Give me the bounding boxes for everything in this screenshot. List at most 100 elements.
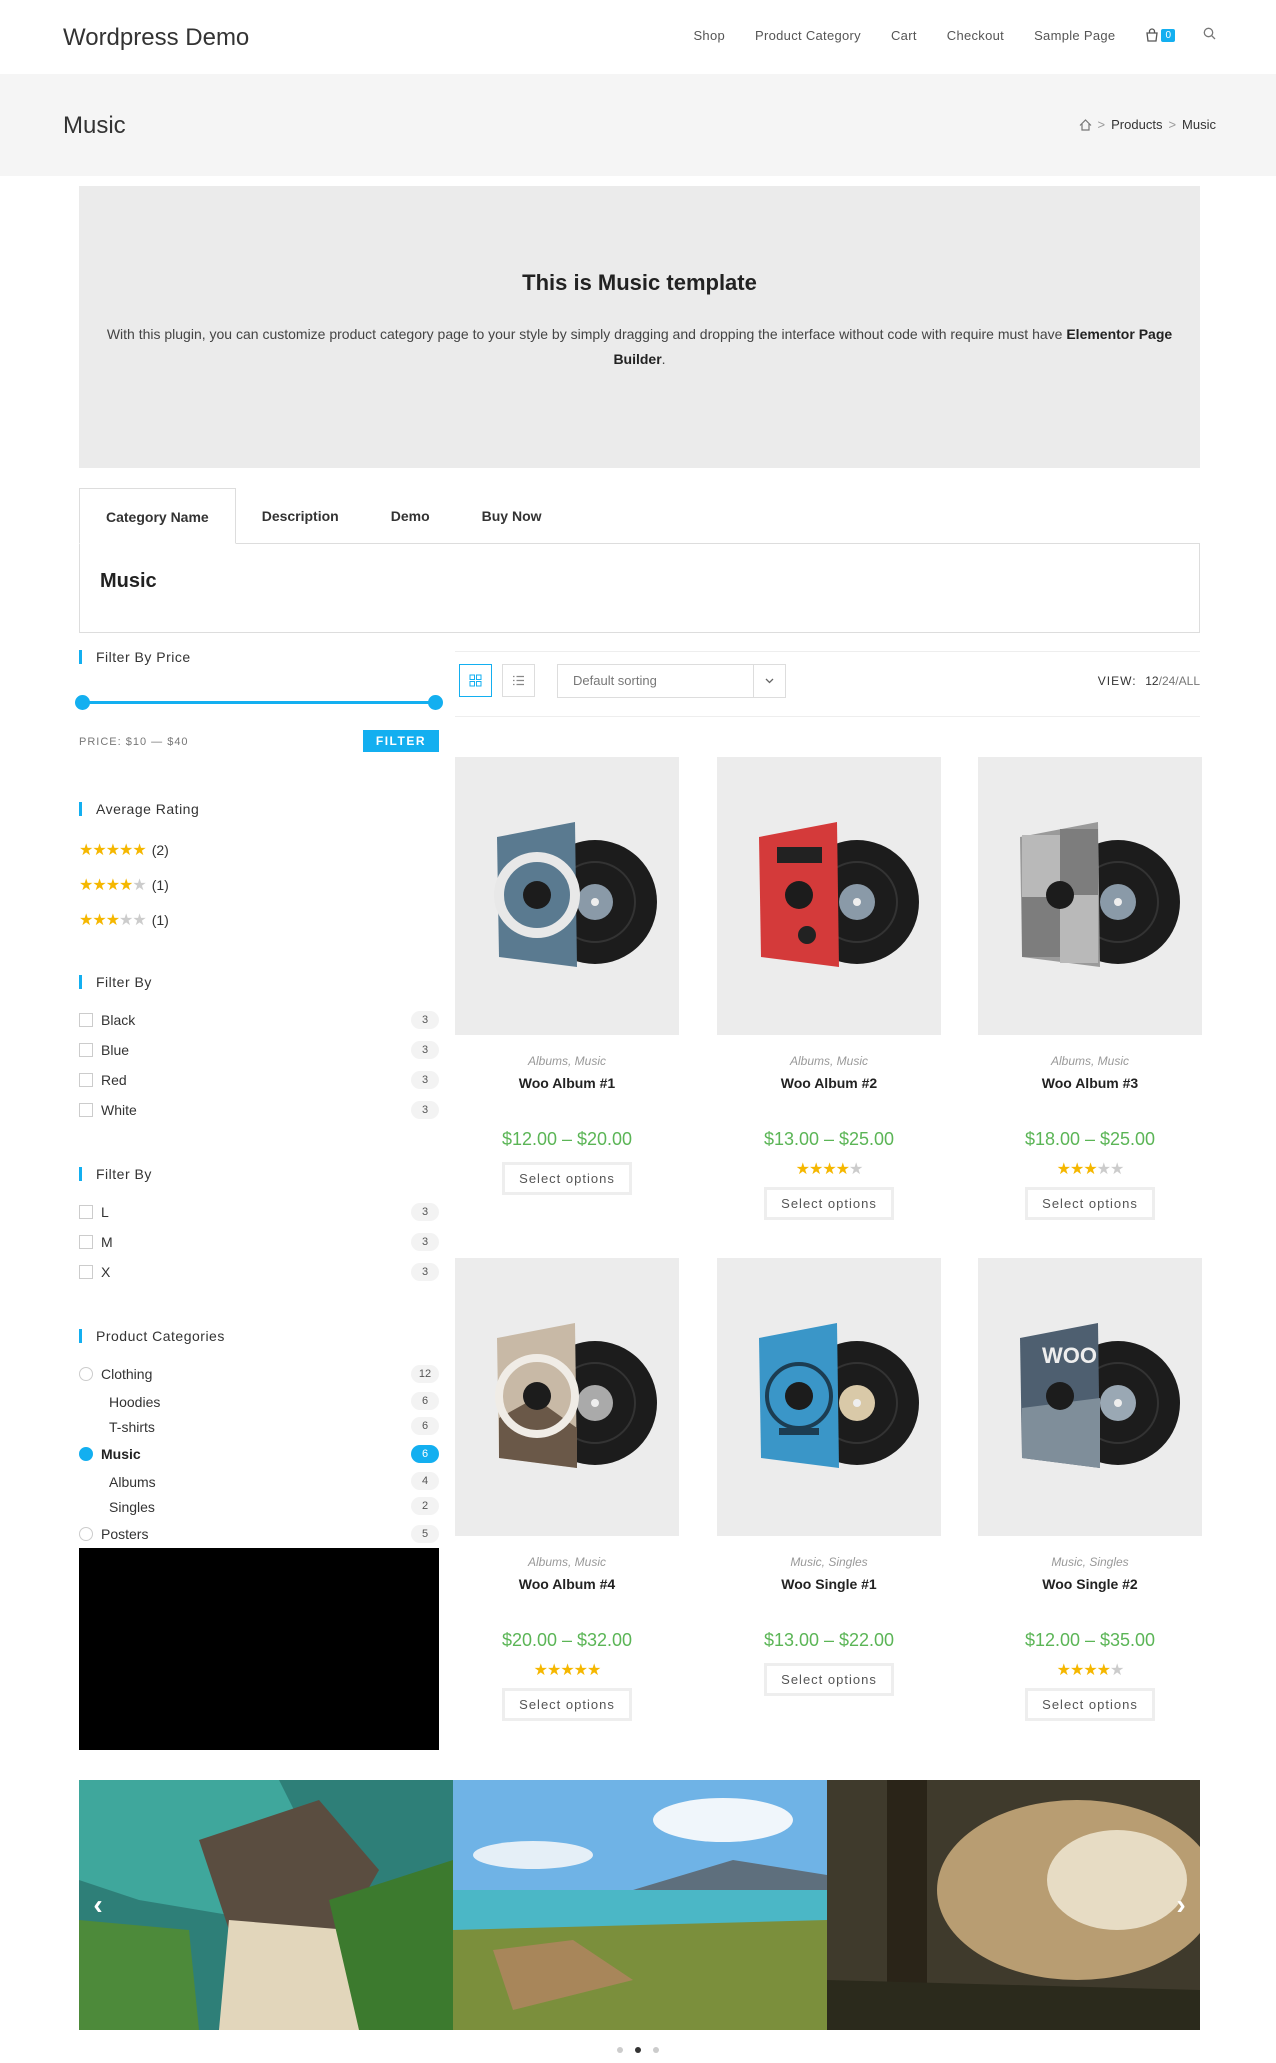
main-nav: Shop Product Category Cart Checkout Samp… xyxy=(663,27,1216,43)
product-categories[interactable]: Music, Singles xyxy=(978,1555,1202,1569)
filter-size-m[interactable]: M3 xyxy=(79,1227,439,1257)
cart-count-badge: 0 xyxy=(1161,28,1175,42)
product-card: Albums, Music Woo Album #1 $12.00 – $20.… xyxy=(455,757,679,1195)
rating-filter-4[interactable]: ★★★★★ (1) xyxy=(79,867,439,902)
carousel-prev-button[interactable]: ‹ xyxy=(83,1890,113,1920)
list-view-button[interactable] xyxy=(502,664,535,697)
carousel-dot[interactable] xyxy=(617,2047,623,2053)
video-placeholder[interactable] xyxy=(79,1548,439,1750)
select-options-button[interactable]: Select options xyxy=(502,1688,632,1721)
product-image[interactable] xyxy=(455,1258,679,1536)
category-t-shirts[interactable]: T-shirts 6 xyxy=(79,1414,439,1439)
page-header: Music > Products > Music xyxy=(0,74,1276,176)
tab-description[interactable]: Description xyxy=(236,488,365,544)
checkbox[interactable] xyxy=(79,1103,93,1117)
product-categories[interactable]: Albums, Music xyxy=(978,1054,1202,1068)
carousel-slide-beach[interactable] xyxy=(453,1780,827,2030)
nav-cart[interactable]: Cart xyxy=(891,28,917,43)
site-title[interactable]: Wordpress Demo xyxy=(63,24,249,52)
size-filter-title: Filter By xyxy=(79,1167,439,1181)
price-slider-min-handle[interactable] xyxy=(75,695,90,710)
price-filter-title: Filter By Price xyxy=(79,650,439,664)
checkbox[interactable] xyxy=(79,1265,93,1279)
star-rating-icon: ★★★★★ xyxy=(79,911,147,929)
filter-button[interactable]: FILTER xyxy=(362,730,439,752)
product-name[interactable]: Woo Album #1 xyxy=(455,1075,679,1091)
rating-filter-5[interactable]: ★★★★★ (2) xyxy=(79,832,439,867)
product-card: Music, Singles Woo Single #1 $13.00 – $2… xyxy=(717,1258,941,1696)
filter-color-red[interactable]: Red 3 xyxy=(79,1065,439,1095)
category-posters[interactable]: Posters 5 xyxy=(79,1519,439,1549)
tab-buy-now[interactable]: Buy Now xyxy=(456,488,568,544)
product-name[interactable]: Woo Single #1 xyxy=(717,1576,941,1592)
nav-sample-page[interactable]: Sample Page xyxy=(1034,28,1115,43)
product-image[interactable] xyxy=(455,757,679,1035)
checkbox[interactable] xyxy=(79,1073,93,1087)
tab-demo[interactable]: Demo xyxy=(365,488,456,544)
search-button[interactable] xyxy=(1203,27,1216,43)
select-options-button[interactable]: Select options xyxy=(1025,1187,1155,1220)
product-name[interactable]: Woo Album #4 xyxy=(455,1576,679,1592)
filter-size-l[interactable]: L3 xyxy=(79,1197,439,1227)
product-categories[interactable]: Albums, Music xyxy=(455,1555,679,1569)
carousel-next-button[interactable]: › xyxy=(1166,1890,1196,1920)
checkbox[interactable] xyxy=(79,1205,93,1219)
grid-icon xyxy=(469,674,482,687)
product-categories[interactable]: Albums, Music xyxy=(455,1054,679,1068)
product-categories[interactable]: Albums, Music xyxy=(717,1054,941,1068)
carousel-dot-active[interactable] xyxy=(635,2047,641,2053)
category-music[interactable]: Music 6 xyxy=(79,1439,439,1469)
breadcrumb-products[interactable]: Products xyxy=(1111,117,1162,132)
product-image[interactable] xyxy=(717,757,941,1035)
filter-color-black[interactable]: Black 3 xyxy=(79,1005,439,1035)
filter-color-blue[interactable]: Blue 3 xyxy=(79,1035,439,1065)
filter-color-white[interactable]: White 3 xyxy=(79,1095,439,1125)
select-options-button[interactable]: Select options xyxy=(502,1162,632,1195)
product-categories[interactable]: Music, Singles xyxy=(717,1555,941,1569)
radio-selected[interactable] xyxy=(79,1447,93,1461)
home-icon[interactable] xyxy=(1079,118,1092,131)
carousel-slide-coast[interactable] xyxy=(79,1780,453,2030)
grid-view-button[interactable] xyxy=(459,664,492,697)
product-image[interactable] xyxy=(717,1258,941,1536)
product-price: $13.00 – $25.00 xyxy=(763,1129,895,1149)
product-image[interactable] xyxy=(978,757,1202,1035)
category-list: Clothing 12 Hoodies 6 T-shirts 6 Music 6 Alb… xyxy=(79,1359,439,1549)
carousel-slide-forest[interactable] xyxy=(827,1780,1200,2030)
rating-filter-3[interactable]: ★★★★★ (1) xyxy=(79,902,439,937)
product-image[interactable]: WOO xyxy=(978,1258,1202,1536)
price-slider[interactable] xyxy=(75,664,443,710)
page-title: Music xyxy=(63,112,126,139)
radio[interactable] xyxy=(79,1527,93,1541)
carousel-dot[interactable] xyxy=(653,2047,659,2053)
category-albums[interactable]: Albums 4 xyxy=(79,1469,439,1494)
checkbox[interactable] xyxy=(79,1043,93,1057)
select-options-button[interactable]: Select options xyxy=(764,1663,894,1696)
breadcrumb-current: Music xyxy=(1182,117,1216,132)
checkbox[interactable] xyxy=(79,1013,93,1027)
radio[interactable] xyxy=(79,1367,93,1381)
sort-select[interactable]: Default sorting xyxy=(557,664,786,698)
select-options-button[interactable]: Select options xyxy=(1025,1688,1155,1721)
checkbox[interactable] xyxy=(79,1235,93,1249)
category-hoodies[interactable]: Hoodies 6 xyxy=(79,1389,439,1414)
category-clothing[interactable]: Clothing 12 xyxy=(79,1359,439,1389)
tab-category-name[interactable]: Category Name xyxy=(79,488,236,544)
category-singles[interactable]: Singles 2 xyxy=(79,1494,439,1519)
filter-size-x[interactable]: X3 xyxy=(79,1257,439,1287)
price-slider-max-handle[interactable] xyxy=(428,695,443,710)
nav-product-category[interactable]: Product Category xyxy=(755,28,861,43)
view-12[interactable]: 12 xyxy=(1145,674,1158,688)
view-all[interactable]: ALL xyxy=(1179,674,1200,688)
category-name: Music xyxy=(100,570,157,592)
product-name[interactable]: Woo Single #2 xyxy=(978,1576,1202,1592)
product-name[interactable]: Woo Album #2 xyxy=(717,1075,941,1091)
cart-button[interactable]: 0 xyxy=(1145,28,1175,42)
product-name[interactable]: Woo Album #3 xyxy=(978,1075,1202,1091)
select-options-button[interactable]: Select options xyxy=(764,1187,894,1220)
rating-list: ★★★★★ (2) ★★★★★ (1) ★★★★★ (1) xyxy=(79,832,439,937)
nav-checkout[interactable]: Checkout xyxy=(947,28,1004,43)
nav-shop[interactable]: Shop xyxy=(693,28,725,43)
carousel-dots xyxy=(0,2040,1276,2056)
view-24[interactable]: 24 xyxy=(1162,674,1175,688)
